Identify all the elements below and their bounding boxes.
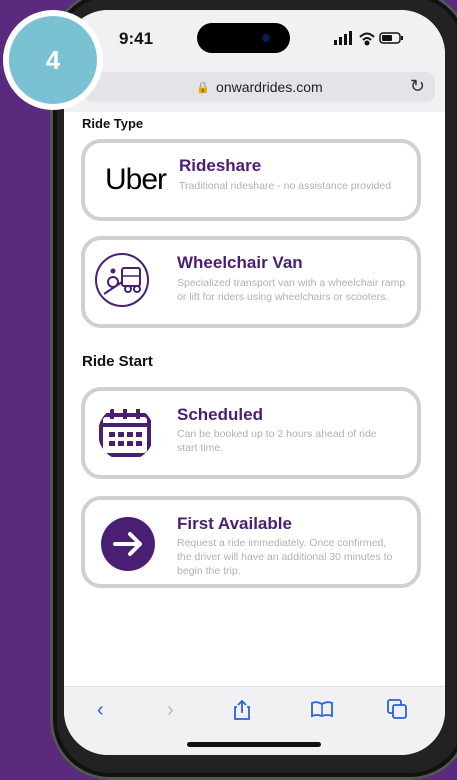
calendar-icon: [99, 409, 151, 457]
ride-option-scheduled[interactable]: Scheduled Can be booked up to 2 hours ah…: [81, 387, 421, 479]
status-bar: 9:41: [64, 10, 445, 62]
battery-icon: [379, 32, 403, 44]
option-title: Scheduled: [177, 405, 263, 424]
forward-icon[interactable]: ›: [167, 699, 174, 722]
back-icon[interactable]: ‹: [97, 699, 104, 722]
home-indicator: [187, 742, 321, 747]
url-field[interactable]: 🔒 onwardrides.com ↻: [84, 72, 435, 102]
share-icon[interactable]: [232, 699, 252, 721]
wheelchair-van-icon: [95, 253, 149, 307]
phone-screen: 9:41 🔒 onwardrides.com ↻ Ride Type Uber …: [64, 10, 445, 755]
reload-icon[interactable]: ↻: [410, 76, 425, 97]
option-description: Request a ride immediately. Once confirm…: [177, 537, 393, 577]
status-time: 9:41: [119, 29, 154, 48]
step-badge: 4: [3, 10, 103, 110]
option-description: Specialized transport van with a wheelch…: [177, 277, 406, 303]
option-description: Traditional rideshare - no assistance pr…: [179, 180, 392, 192]
ride-option-wheelchair-van[interactable]: Wheelchair Van Specialized transport van…: [81, 236, 421, 328]
option-title: Wheelchair Van: [177, 253, 303, 272]
browser-toolbar: ‹ ›: [64, 686, 445, 755]
dynamic-island: [197, 23, 290, 53]
option-title: First Available: [177, 514, 292, 533]
option-description: Can be booked up to 2 hours ahead of rid…: [177, 428, 377, 454]
section-heading-ride-type: Ride Type: [82, 116, 144, 131]
url-text: onwardrides.com: [216, 79, 323, 95]
ride-option-first-available[interactable]: First Available Request a ride immediate…: [81, 496, 421, 588]
page-content: Ride Type Uber Rideshare Traditional rid…: [64, 112, 445, 687]
lock-icon: 🔒: [196, 81, 211, 94]
option-title: Rideshare: [179, 156, 262, 175]
signal-icon: [334, 31, 352, 45]
browser-address-bar: 🔒 onwardrides.com ↻: [64, 62, 445, 112]
tabs-icon[interactable]: [387, 699, 407, 719]
arrow-right-icon: [101, 517, 155, 571]
camera-dot: [262, 34, 270, 42]
step-number: 4: [9, 16, 97, 104]
bookmarks-icon[interactable]: [311, 699, 333, 719]
wifi-icon: [359, 32, 375, 46]
ride-option-rideshare[interactable]: Uber Rideshare Traditional rideshare - n…: [81, 139, 421, 221]
uber-logo: Uber: [105, 163, 167, 196]
section-heading-ride-start: Ride Start: [82, 353, 153, 370]
status-icons: [334, 31, 403, 46]
